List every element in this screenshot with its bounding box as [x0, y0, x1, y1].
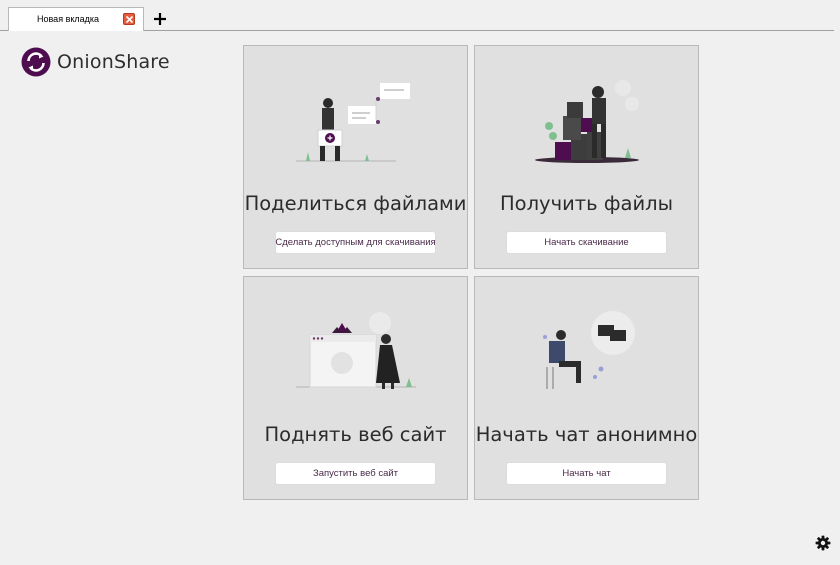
plus-icon[interactable]	[152, 11, 168, 27]
receive-files-button[interactable]: Начать скачивание	[506, 231, 667, 254]
chat-card: Начать чат анонимно Начать чат	[474, 276, 699, 500]
share-files-title: Поделиться файлами	[244, 192, 467, 215]
website-card: Поднять веб сайт Запустить веб сайт	[243, 276, 468, 500]
app-logo: OnionShare	[21, 46, 170, 78]
chat-button[interactable]: Начать чат	[506, 462, 667, 485]
share-files-illustration	[296, 83, 410, 162]
share-files-button[interactable]: Сделать доступным для скачивания	[275, 231, 436, 254]
receive-files-illustration	[535, 80, 639, 163]
chat-title: Начать чат анонимно	[475, 423, 698, 446]
onionshare-logo-icon	[21, 47, 51, 77]
website-title: Поднять веб сайт	[264, 423, 447, 446]
website-button[interactable]: Запустить веб сайт	[275, 462, 436, 485]
gear-icon[interactable]	[815, 535, 831, 551]
share-files-card: Поделиться файлами Сделать доступным для…	[243, 45, 468, 269]
chat-illustration	[543, 311, 635, 389]
tab-label: Новая вкладка	[37, 14, 100, 24]
close-tab-icon[interactable]	[123, 13, 135, 25]
app-name: OnionShare	[57, 51, 170, 73]
receive-files-card: Получить файлы Начать скачивание	[474, 45, 699, 269]
tab-bar: Новая вкладка	[0, 0, 840, 32]
website-illustration	[296, 312, 416, 389]
receive-files-title: Получить файлы	[500, 192, 673, 215]
tab-new[interactable]: Новая вкладка	[8, 7, 144, 31]
